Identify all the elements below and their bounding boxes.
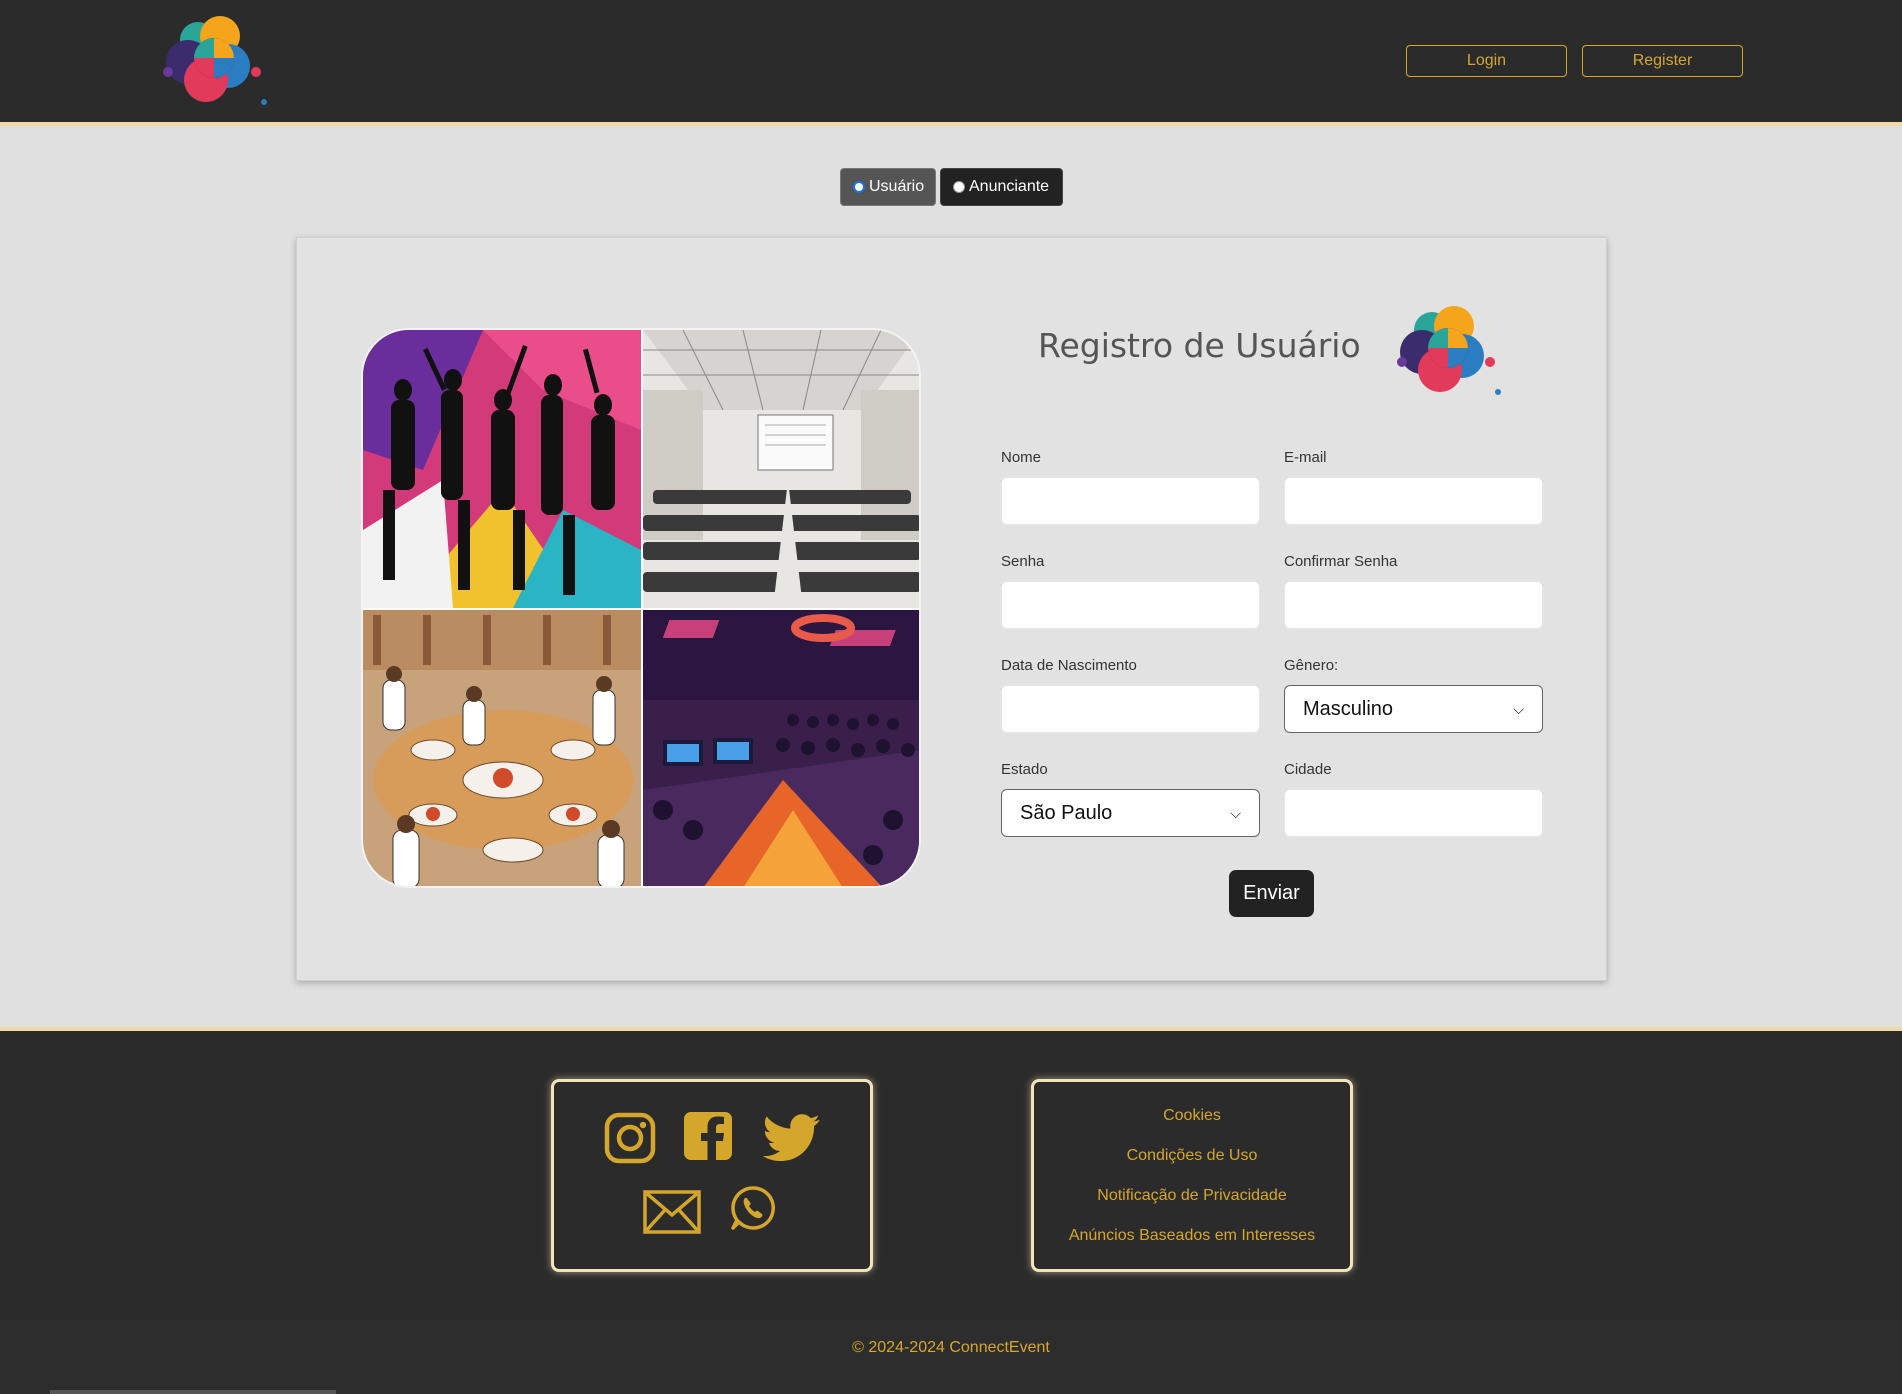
estado-label: Estado	[1001, 761, 1048, 778]
facebook-icon[interactable]	[682, 1110, 734, 1162]
nascimento-input[interactable]	[1001, 685, 1260, 733]
radio-usuario[interactable]	[853, 181, 865, 193]
cidade-label: Cidade	[1284, 761, 1332, 778]
form-logo	[1397, 306, 1501, 395]
food-event-image	[363, 610, 641, 886]
cidade-input[interactable]	[1284, 789, 1543, 837]
toggle-anunciante[interactable]: Anunciante	[940, 168, 1063, 206]
toggle-usuario-label: Usuário	[869, 178, 925, 195]
social-links-box	[551, 1079, 873, 1272]
nome-input[interactable]	[1001, 477, 1260, 525]
link-condicoes-de-uso[interactable]: Condições de Uso	[1034, 1147, 1350, 1165]
brand-logo[interactable]	[158, 10, 274, 110]
nome-label: Nome	[1001, 449, 1042, 466]
estado-select[interactable]: São Paulo ⌵	[1001, 789, 1260, 837]
link-notificacao-de-privacidade[interactable]: Notificação de Privacidade	[1034, 1187, 1350, 1205]
link-anuncios-baseados-em-interesses[interactable]: Anúncios Baseados em Interesses	[1034, 1227, 1350, 1245]
register-button[interactable]: Register	[1582, 45, 1743, 77]
twitter-icon[interactable]	[763, 1114, 821, 1162]
senha-label: Senha	[1001, 553, 1045, 570]
site-footer	[0, 1027, 1902, 1319]
email-input[interactable]	[1284, 477, 1543, 525]
mail-icon[interactable]	[643, 1190, 701, 1234]
enviar-button[interactable]: Enviar	[1229, 870, 1314, 917]
radio-anunciante[interactable]	[953, 181, 965, 193]
genero-label: Gênero:	[1284, 657, 1339, 674]
genero-select-value: Masculino	[1303, 697, 1394, 720]
nascimento-label: Data de Nascimento	[1001, 657, 1137, 674]
instagram-icon[interactable]	[604, 1112, 656, 1164]
form-title: Registro de Usuário	[1038, 326, 1361, 365]
legal-links-box: Cookies Condições de Uso Notificação de …	[1031, 1079, 1353, 1272]
gaming-event-image	[643, 610, 919, 886]
copyright-text: © 2024-2024 ConnectEvent	[852, 1339, 1050, 1356]
party-image	[363, 330, 641, 608]
link-cookies[interactable]: Cookies	[1034, 1107, 1350, 1125]
confirmar-senha-input[interactable]	[1284, 581, 1543, 629]
senha-input[interactable]	[1001, 581, 1260, 629]
whatsapp-icon[interactable]	[729, 1184, 777, 1232]
toggle-usuario[interactable]: Usuário	[840, 168, 936, 206]
chevron-down-icon: ⌵	[1230, 804, 1241, 821]
email-label: E-mail	[1284, 449, 1327, 466]
toggle-anunciante-label: Anunciante	[969, 178, 1050, 195]
confirmar-senha-label: Confirmar Senha	[1284, 553, 1398, 570]
login-button[interactable]: Login	[1406, 45, 1567, 77]
genero-select[interactable]: Masculino ⌵	[1284, 685, 1543, 733]
chevron-down-icon: ⌵	[1513, 700, 1524, 717]
event-collage	[361, 328, 921, 888]
site-header: Login Register	[0, 0, 1902, 126]
horizontal-scrollbar[interactable]	[50, 1390, 336, 1394]
conference-image	[643, 330, 919, 608]
estado-select-value: São Paulo	[1020, 801, 1113, 824]
